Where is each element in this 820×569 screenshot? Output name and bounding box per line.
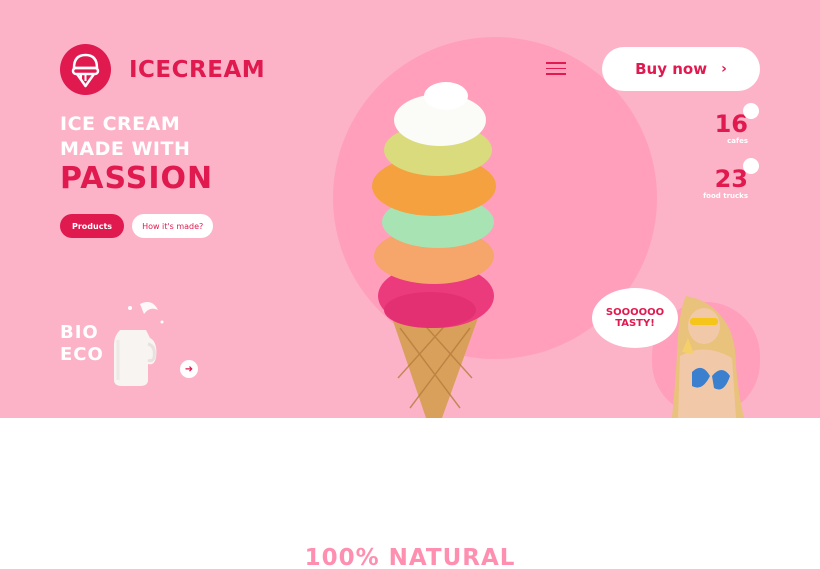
tasty-speech-bubble: SOOOOOO TASTY! — [592, 288, 678, 348]
ice-cream-logo-icon — [60, 44, 111, 95]
headline-line-1: ICE CREAM — [60, 113, 181, 135]
hamburger-menu-icon[interactable] — [546, 62, 566, 76]
stat-value: 16 — [714, 110, 748, 138]
buy-now-button[interactable]: Buy now › — [602, 47, 760, 91]
how-its-made-button[interactable]: How it's made? — [132, 214, 214, 238]
milk-jug-image — [100, 300, 170, 394]
bio-line-1: BIO — [60, 322, 99, 343]
hero-buttons: Products How it's made? — [60, 214, 214, 238]
headline-line-3: PASSION — [60, 161, 214, 196]
stat-value: 23 — [714, 165, 748, 193]
stat-dot — [743, 158, 759, 174]
hero-headline: ICE CREAM MADE WITH PASSION — [60, 112, 213, 196]
chevron-right-icon: › — [721, 61, 727, 77]
stat-label: cafes — [727, 137, 748, 145]
stat-dot — [743, 103, 759, 119]
hero-section: ICECREAM Buy now › ICE CREAM MADE WITH P… — [0, 0, 820, 418]
products-button[interactable]: Products — [60, 214, 125, 238]
bubble-line-2: TASTY! — [615, 318, 655, 329]
stat-food-trucks: 23 food trucks — [680, 158, 759, 200]
section-title: 100% NATURAL — [304, 545, 516, 569]
ice-cream-cone-image — [360, 78, 510, 418]
brand-logo[interactable]: ICECREAM — [60, 44, 265, 95]
buy-now-label: Buy now — [635, 60, 708, 78]
bio-line-2: ECO — [60, 344, 104, 365]
stat-label: food trucks — [703, 192, 748, 200]
headline-line-2: MADE WITH — [60, 138, 191, 160]
bubble-line-1: SOOOOOO — [605, 307, 665, 318]
bio-eco-text: BIO ECO — [60, 322, 104, 366]
brand-name: ICECREAM — [129, 56, 266, 83]
stat-cafes: 16 cafes — [700, 103, 759, 145]
arrow-right-icon[interactable]: ➜ — [180, 360, 198, 378]
